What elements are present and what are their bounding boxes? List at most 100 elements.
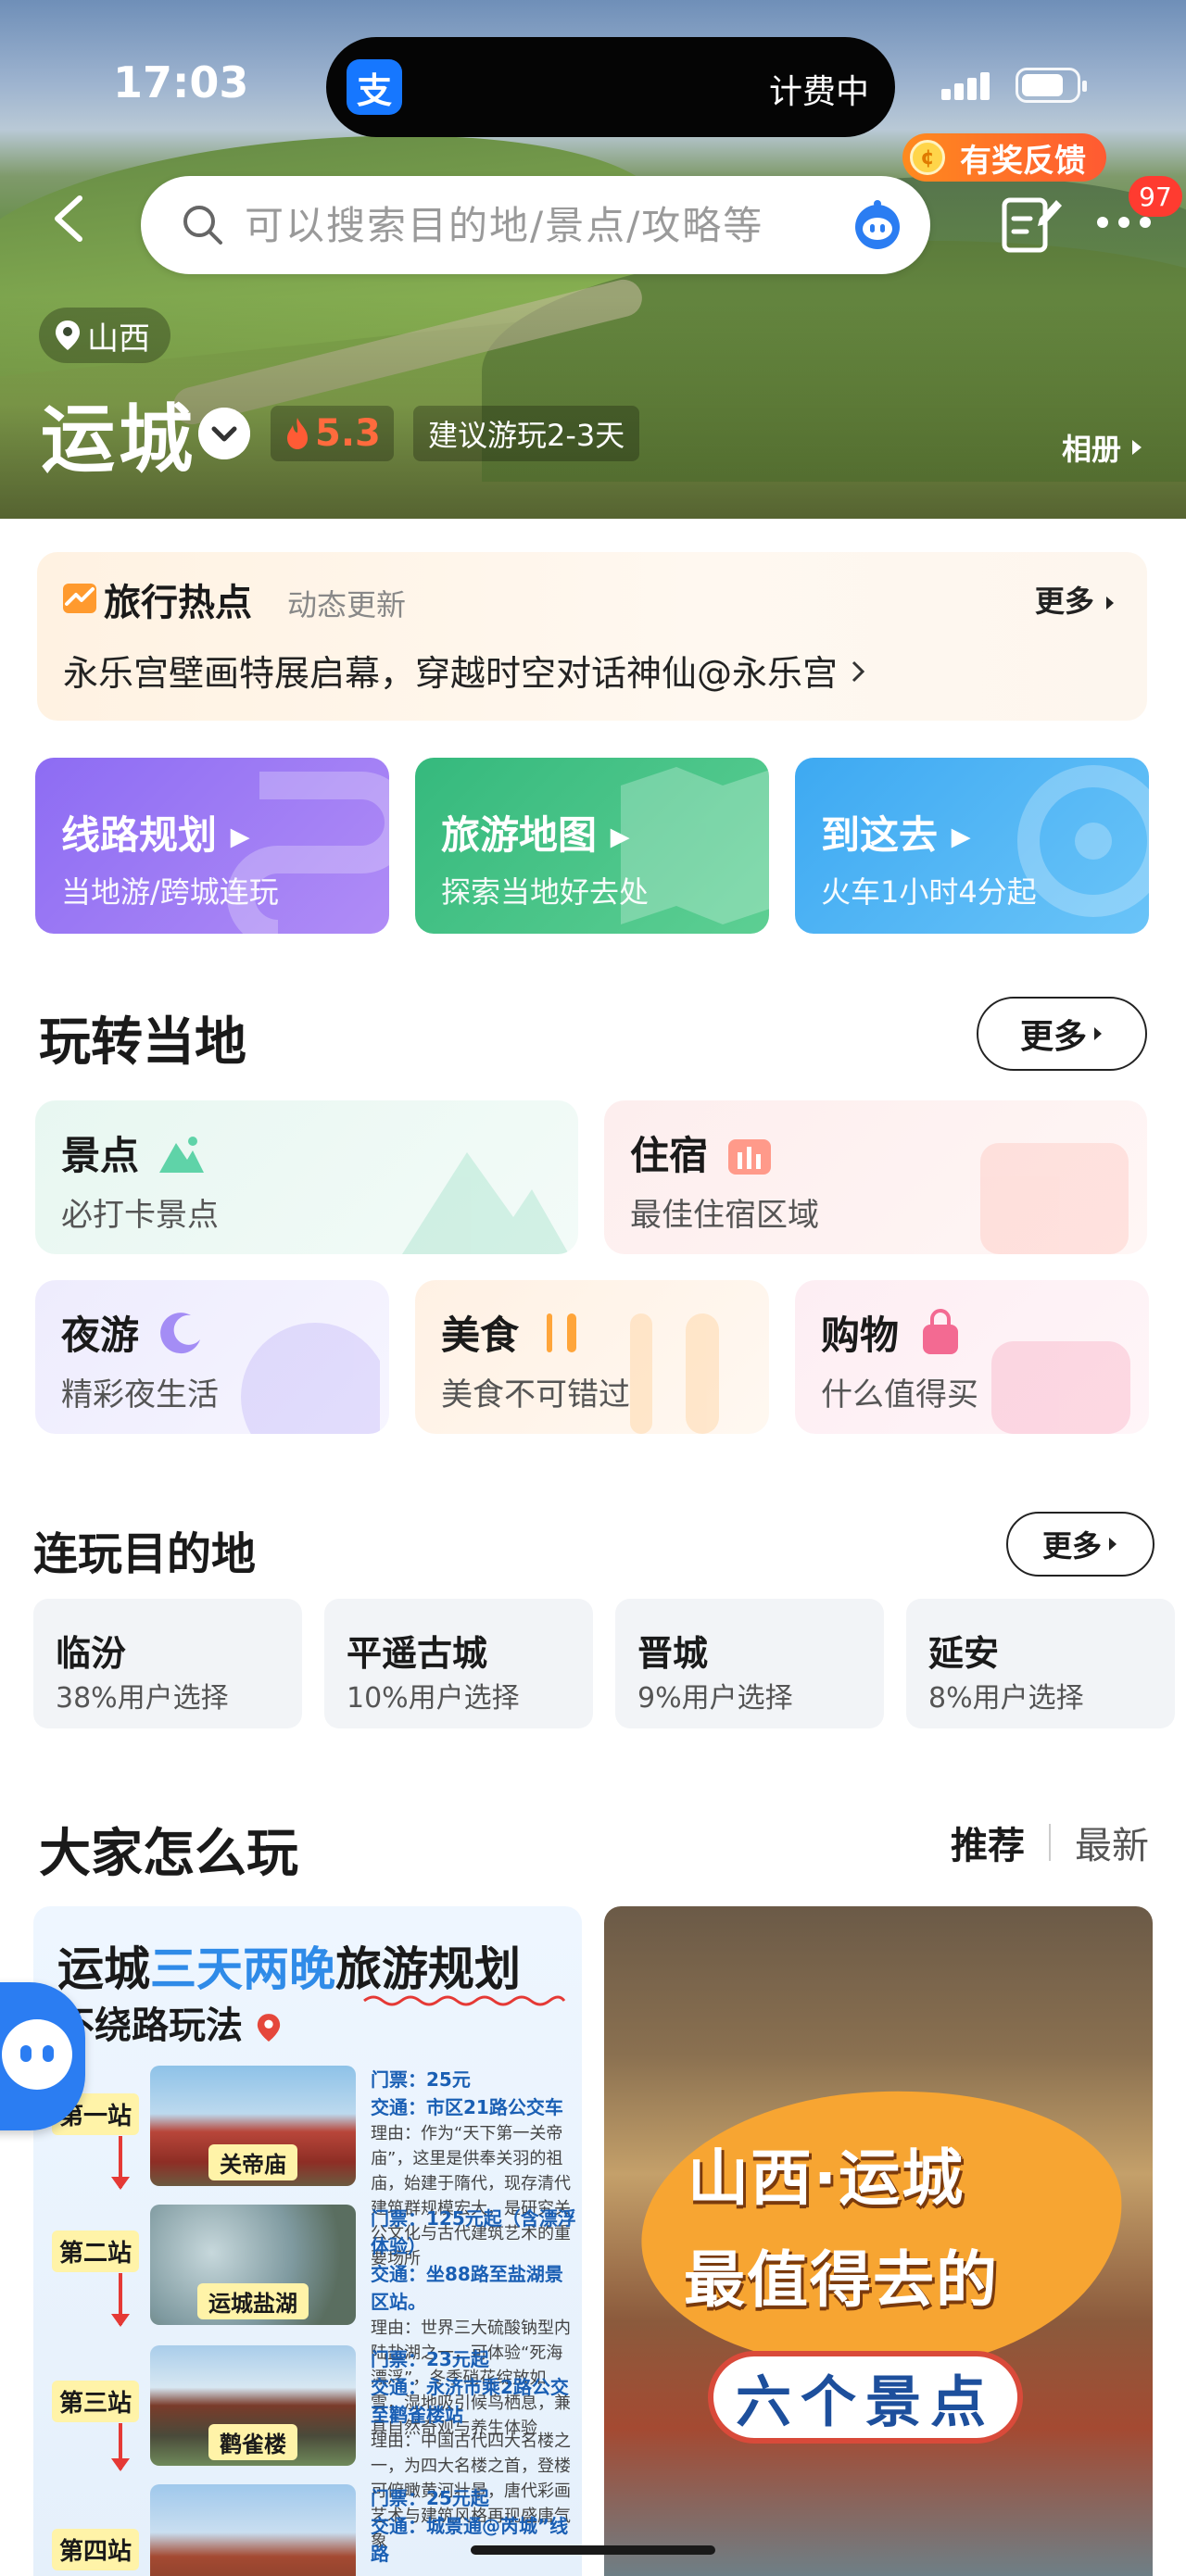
- location-pin-icon: [257, 2014, 281, 2042]
- destination-share: 8%用户选择: [928, 1682, 1084, 1715]
- moon-deco-icon: [241, 1323, 380, 1434]
- floating-assistant-button[interactable]: [0, 1982, 85, 2130]
- heat-score: 5.3: [271, 406, 394, 461]
- spot-info: 门票：25元起 交通：城景通@芮城”线路: [371, 2487, 569, 2565]
- destination-share: 10%用户选择: [347, 1682, 520, 1715]
- destination-card[interactable]: 延安 8%用户选择: [906, 1599, 1175, 1728]
- mountain-icon: [159, 1137, 204, 1173]
- card-subtitle: 最佳住宿区域: [630, 1197, 819, 1234]
- edit-note-icon[interactable]: [999, 191, 1064, 256]
- post-title-line1: 山西·运城: [688, 2142, 965, 2214]
- post-card-top-six[interactable]: 山西·运城 最值得去的 六个景点: [604, 1906, 1153, 2576]
- section-title-local: 玩转当地: [39, 1012, 246, 1073]
- album-label: 相册: [1061, 432, 1121, 467]
- post-subtitle: 不绕路玩法: [57, 1995, 282, 2049]
- destination-share: 38%用户选择: [56, 1682, 229, 1715]
- feature-subtitle: 火车1小时4分起: [821, 874, 1037, 910]
- station-label: 第二站: [52, 2230, 140, 2272]
- signal-icon: [941, 72, 995, 100]
- tab-divider: [1049, 1824, 1051, 1861]
- post-title-line2: 最值得去的: [684, 2244, 999, 2316]
- moon-icon: [160, 1313, 200, 1354]
- card-subtitle: 必打卡景点: [61, 1197, 219, 1234]
- spot-name: 鹳雀楼: [208, 2424, 297, 2460]
- hot-news-subtitle: 动态更新: [287, 587, 407, 622]
- ai-assistant-icon[interactable]: [851, 198, 904, 252]
- card-title: 夜游: [61, 1313, 140, 1358]
- route-planning-card[interactable]: 线路规划 ▸ 当地游/跨城连玩: [35, 758, 389, 934]
- destination-card[interactable]: 临汾 38%用户选择: [33, 1599, 302, 1728]
- heat-value: 5.3: [315, 412, 381, 455]
- album-link[interactable]: 相册: [1062, 426, 1143, 469]
- spot-photo: [150, 2484, 356, 2576]
- post-card-itinerary[interactable]: 运城三天两晚旅游规划 不绕路玩法 第一站 关帝庙 门票：25元 交通：市区21路…: [33, 1906, 582, 2576]
- robot-face-icon: [2, 2019, 72, 2090]
- night-tour-card[interactable]: 夜游 精彩夜生活: [35, 1280, 389, 1434]
- shopping-card[interactable]: 购物 什么值得买: [795, 1280, 1149, 1434]
- card-title: 住宿: [630, 1133, 709, 1178]
- caret-right-icon: [1094, 1027, 1102, 1040]
- more-label: 更多: [1019, 1018, 1087, 1056]
- hot-news-more[interactable]: 更多: [1035, 578, 1116, 621]
- destination-card[interactable]: 晋城 9%用户选择: [615, 1599, 884, 1728]
- reward-feedback-button[interactable]: ¢ 有奖反馈: [902, 133, 1106, 182]
- post-title-line3: 六个景点: [708, 2351, 1023, 2444]
- location-pin-icon: [56, 320, 80, 350]
- home-indicator[interactable]: [471, 2545, 715, 2555]
- destination-name: 平遥古城: [347, 1633, 488, 1674]
- feedback-label: 有奖反馈: [960, 142, 1086, 180]
- billing-status: 计费中: [768, 73, 869, 111]
- search-input[interactable]: [245, 198, 819, 252]
- destinations-more-button[interactable]: 更多: [1006, 1512, 1154, 1577]
- hot-news-headline-text: 永乐宫壁画特展启幕，穿越时空对话神仙@永乐宫: [63, 653, 839, 694]
- tab-recommend[interactable]: 推荐: [951, 1816, 1025, 1869]
- fire-icon: [287, 418, 308, 449]
- squiggle-decoration: [363, 1995, 566, 2006]
- spot-name: 运城盐湖: [197, 2283, 309, 2319]
- search-bar[interactable]: [141, 176, 930, 274]
- food-card[interactable]: 美食 美食不可错过: [415, 1280, 769, 1434]
- posts-tabs: 推荐 最新: [951, 1816, 1149, 1869]
- attractions-card[interactable]: 景点 必打卡景点: [35, 1100, 578, 1254]
- feature-subtitle: 当地游/跨城连玩: [61, 874, 279, 910]
- city-name: 运城: [41, 396, 196, 483]
- province-chip[interactable]: 山西: [39, 308, 170, 363]
- chevron-right-icon: [852, 660, 865, 683]
- fork-knife-icon: [547, 1313, 576, 1352]
- section-title-posts: 大家怎么玩: [39, 1824, 298, 1884]
- battery-icon: [1016, 68, 1087, 103]
- back-arrow-icon[interactable]: [46, 191, 93, 246]
- hot-news-headline[interactable]: 永乐宫壁画特展启幕，穿越时空对话神仙@永乐宫: [63, 645, 867, 696]
- caret-right-icon: [1106, 597, 1114, 609]
- caret-right-icon: [1109, 1538, 1117, 1551]
- lodging-card[interactable]: 住宿 最佳住宿区域: [604, 1100, 1147, 1254]
- shopping-bag-icon: [923, 1309, 958, 1354]
- local-more-button[interactable]: 更多: [977, 997, 1147, 1071]
- section-title-destinations: 连玩目的地: [33, 1528, 257, 1580]
- card-title: 美食: [441, 1313, 520, 1358]
- spot-photo: 关帝庙: [150, 2066, 356, 2186]
- card-title: 购物: [821, 1313, 900, 1358]
- status-time: 17:03: [113, 57, 249, 107]
- province-name: 山西: [87, 320, 150, 358]
- coin-icon: ¢: [910, 140, 945, 175]
- card-subtitle: 什么值得买: [821, 1376, 978, 1414]
- chevron-down-icon[interactable]: [198, 408, 250, 459]
- destination-card[interactable]: 平遥古城 10%用户选择: [324, 1599, 593, 1728]
- go-there-card[interactable]: 到这去 ▸ 火车1小时4分起: [795, 758, 1149, 934]
- arrow-down-icon: [111, 2136, 130, 2190]
- travel-map-card[interactable]: 旅游地图 ▸ 探索当地好去处: [415, 758, 769, 934]
- tab-latest[interactable]: 最新: [1075, 1816, 1149, 1869]
- arrow-down-icon: [111, 2423, 130, 2471]
- travel-hot-news[interactable]: 旅行热点 动态更新 更多 永乐宫壁画特展启幕，穿越时空对话神仙@永乐宫: [37, 552, 1147, 721]
- destination-name: 延安: [928, 1633, 1000, 1674]
- destination-name: 临汾: [56, 1633, 127, 1674]
- hot-news-more-label: 更多: [1034, 584, 1094, 619]
- building-icon: [728, 1139, 771, 1175]
- fork-knife-deco-icon: [630, 1313, 719, 1434]
- caret-right-icon: [1132, 440, 1142, 455]
- destination-share: 9%用户选择: [637, 1682, 793, 1715]
- feature-subtitle: 探索当地好去处: [441, 874, 650, 910]
- dynamic-island: 支 计费中: [326, 37, 895, 137]
- destination-name: 晋城: [637, 1633, 709, 1674]
